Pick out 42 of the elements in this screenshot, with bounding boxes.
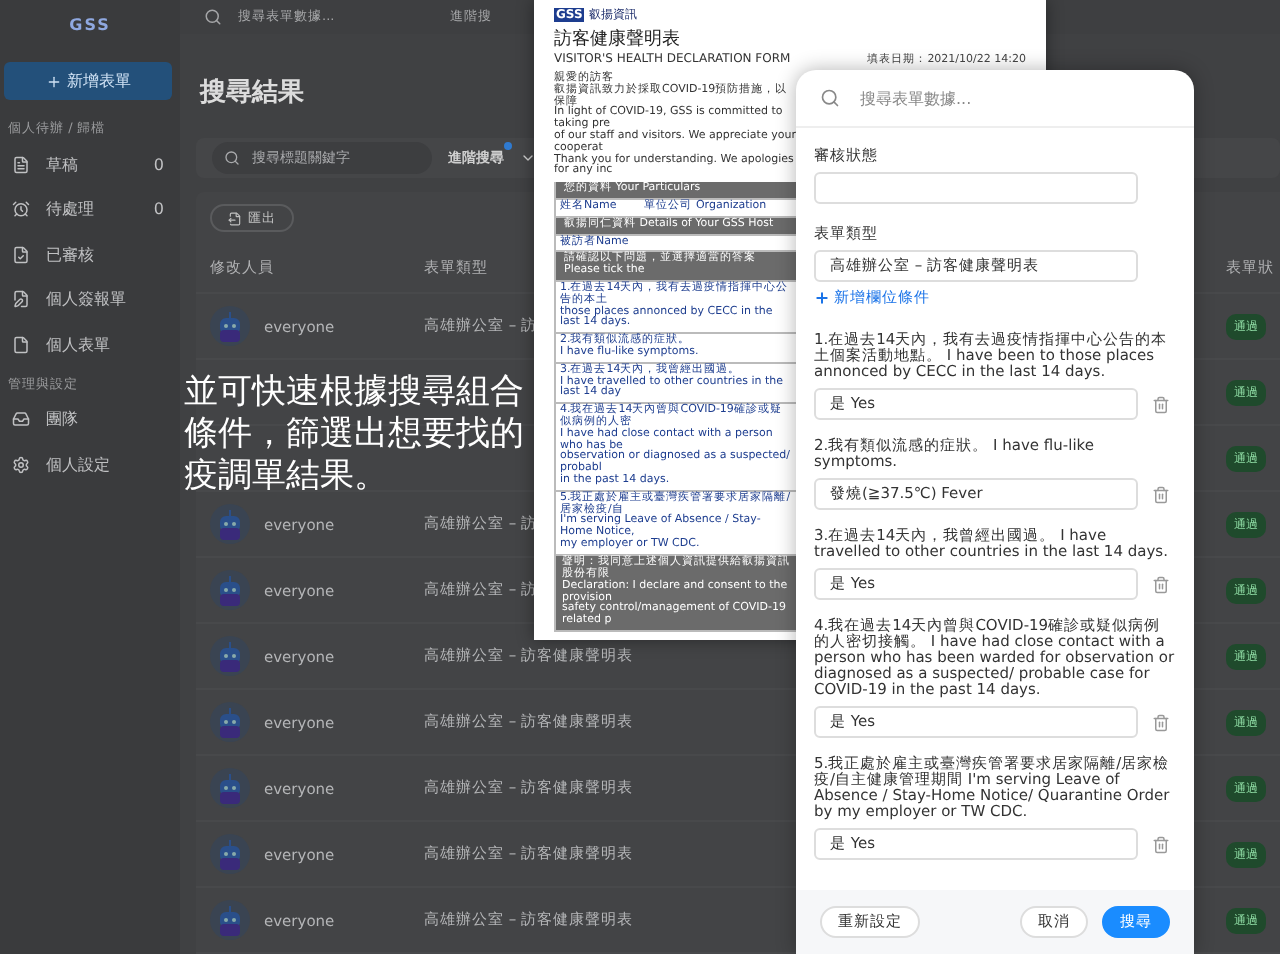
trash-icon[interactable] bbox=[1152, 713, 1170, 731]
sidebar-item-icon bbox=[12, 200, 30, 219]
trash-icon[interactable] bbox=[1152, 835, 1170, 853]
item-count: 0 bbox=[153, 200, 164, 219]
select-field[interactable] bbox=[814, 172, 1138, 204]
sidebar-item[interactable]: 待處理 0 bbox=[0, 187, 180, 232]
plus-icon bbox=[45, 73, 61, 89]
sidebar-item[interactable]: 個人簽報單 bbox=[0, 277, 180, 322]
trash-icon[interactable] bbox=[1152, 485, 1170, 503]
plus-icon bbox=[814, 290, 830, 306]
document-title: 訪客健康聲明表 bbox=[554, 27, 682, 52]
sidebar-item-icon bbox=[12, 335, 30, 354]
export-icon bbox=[228, 211, 242, 225]
sidebar-item[interactable]: 草稿 0 bbox=[0, 142, 180, 187]
sidebar-item[interactable]: 已審核 bbox=[0, 232, 180, 277]
robot-avatar bbox=[210, 768, 250, 808]
trash-icon[interactable] bbox=[1152, 575, 1170, 593]
search-icon bbox=[204, 7, 222, 26]
sidebar-item-icon bbox=[12, 245, 30, 264]
robot-avatar bbox=[210, 504, 250, 544]
sidebar-item-icon bbox=[12, 410, 30, 429]
caption-text: 並可快速根據搜尋組合條件，篩選出想要找的疫調單結果。 bbox=[184, 372, 526, 498]
search-icon bbox=[224, 149, 240, 166]
sidebar-item[interactable]: 個人設定 bbox=[0, 442, 180, 487]
new-form-button[interactable]: 新增表單 bbox=[4, 62, 172, 100]
robot-avatar bbox=[210, 636, 250, 676]
search-icon bbox=[820, 88, 840, 108]
page-heading: 搜尋結果 bbox=[200, 75, 304, 110]
sidebar-item[interactable]: 團隊 bbox=[0, 397, 180, 442]
sidebar-item-icon bbox=[12, 290, 30, 309]
sidebar-item-icon bbox=[12, 155, 30, 174]
robot-avatar bbox=[210, 570, 250, 610]
robot-avatar bbox=[210, 900, 250, 940]
robot-avatar bbox=[210, 834, 250, 874]
sidebar-item-icon bbox=[12, 455, 30, 474]
item-count: 0 bbox=[153, 155, 164, 174]
robot-avatar bbox=[210, 702, 250, 742]
robot-avatar bbox=[210, 306, 250, 346]
trash-icon[interactable] bbox=[1152, 395, 1170, 413]
logo: GSS bbox=[69, 16, 111, 34]
search-field[interactable]: 搜尋表單數據... bbox=[860, 87, 972, 109]
sidebar-item[interactable]: 個人表單 bbox=[0, 322, 180, 367]
